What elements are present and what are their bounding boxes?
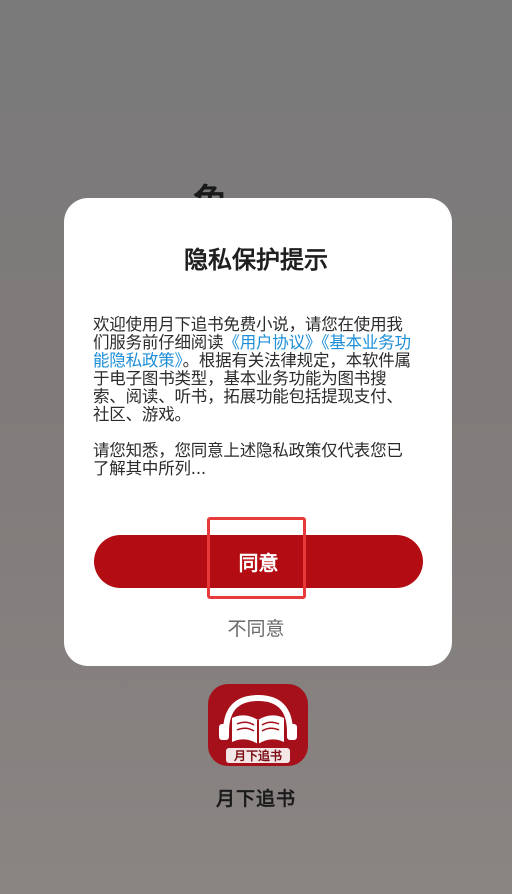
background-partial-text: 免	[193, 176, 233, 198]
app-logo-icon: 月下追书	[208, 684, 308, 766]
app-icon-label: 月下追书	[233, 748, 282, 763]
agree-highlight-box	[207, 517, 306, 599]
dialog-body-paragraph-2: 请您知悉，您同意上述隐私政策仅代表您已了解其中所列...	[93, 441, 403, 478]
user-agreement-link[interactable]: 《用户协议》	[223, 333, 321, 352]
disagree-button[interactable]: 不同意	[0, 614, 512, 641]
app-name: 月下追书	[215, 788, 296, 810]
dialog-body-paragraph-1: 欢迎使用月下追书免费小说，请您在使用我们服务前仔细阅读《用户协议》《基本业务功能…	[93, 316, 415, 424]
dialog-title: 隐私保护提示	[184, 246, 328, 274]
dialog-body: 欢迎使用月下追书免费小说，请您在使用我们服务前仔细阅读《用户协议》《基本业务功能…	[93, 316, 415, 478]
